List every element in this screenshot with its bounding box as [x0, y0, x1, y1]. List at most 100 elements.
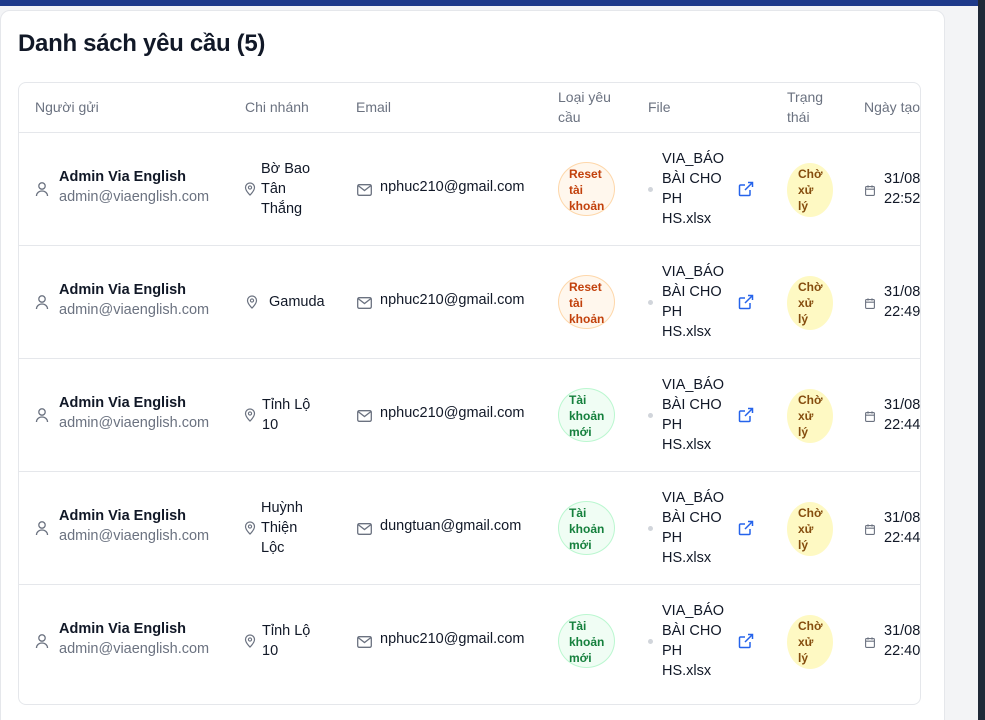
- header-type-line2: cầu: [558, 109, 581, 125]
- recipient-email: nphuc210@gmail.com: [380, 179, 525, 195]
- file-name-line: BÀI CHO: [662, 623, 722, 639]
- table-row[interactable]: Admin Via English admin@viaenglish.com T…: [19, 585, 920, 698]
- file-bullet: [648, 300, 653, 305]
- file-name-line: PH: [662, 417, 683, 433]
- created-date: 31/08 22:44: [884, 395, 920, 435]
- sender-email: admin@viaenglish.com: [59, 189, 210, 205]
- created-date-day: 31/08: [884, 171, 921, 187]
- location-pin-icon: [244, 182, 256, 196]
- status-badge: Chờ xử lý: [787, 163, 833, 217]
- branch-line: 10: [262, 643, 279, 659]
- file-name-line: VIA_BÁO: [662, 377, 725, 393]
- status-line: lý: [798, 312, 809, 326]
- file-name[interactable]: VIA_BÁO BÀI CHO PH HS.xlsx: [662, 601, 732, 681]
- file-name[interactable]: VIA_BÁO BÀI CHO PH HS.xlsx: [662, 149, 732, 229]
- request-type-line: tài: [569, 296, 584, 310]
- calendar-icon: [865, 522, 875, 535]
- user-icon: [35, 294, 49, 310]
- sender-email: admin@viaenglish.com: [59, 528, 210, 544]
- recipient-email: dungtuan@gmail.com: [380, 518, 522, 534]
- branch-line: Tỉnh Lộ: [262, 397, 311, 413]
- external-link-icon[interactable]: [738, 294, 754, 310]
- status-line: lý: [798, 651, 809, 665]
- file-name[interactable]: VIA_BÁO BÀI CHO PH HS.xlsx: [662, 488, 732, 568]
- header-status-line2: thái: [787, 109, 810, 125]
- file-name-line: HS.xlsx: [662, 550, 712, 566]
- external-link-icon[interactable]: [738, 407, 754, 423]
- header-branch[interactable]: Chi nhánh: [245, 97, 309, 117]
- mail-icon: [357, 183, 372, 196]
- header-created[interactable]: Ngày tạo: [864, 97, 920, 117]
- created-date-time: 22:44: [884, 417, 921, 433]
- table-row[interactable]: Admin Via English admin@viaenglish.com T…: [19, 359, 920, 472]
- branch-line: Thiện: [261, 520, 298, 536]
- request-type-line: khoản: [569, 199, 605, 213]
- request-type-badge: Tài khoản mới: [558, 388, 615, 442]
- request-type-line: khoản: [569, 409, 605, 423]
- mail-icon: [357, 296, 372, 309]
- request-type-line: Reset: [569, 167, 602, 181]
- request-type-line: mới: [569, 425, 592, 439]
- branch-line: Bờ Bao: [261, 161, 311, 177]
- file-name-line: HS.xlsx: [662, 211, 712, 227]
- file-bullet: [648, 639, 653, 644]
- request-type-line: khoản: [569, 522, 605, 536]
- status-line: xử: [798, 409, 814, 423]
- calendar-icon: [865, 635, 875, 648]
- mail-icon: [357, 409, 372, 422]
- status-badge: Chờ xử lý: [787, 276, 833, 330]
- user-icon: [35, 181, 49, 197]
- recipient-email: nphuc210@gmail.com: [380, 405, 525, 421]
- table-row[interactable]: Admin Via English admin@viaenglish.com H…: [19, 472, 920, 585]
- file-name-line: PH: [662, 304, 683, 320]
- created-date-day: 31/08: [884, 397, 921, 413]
- external-link-icon[interactable]: [738, 520, 754, 536]
- header-email[interactable]: Email: [356, 97, 391, 117]
- top-accent-bar: [0, 0, 978, 6]
- branch-line: Tân: [261, 181, 286, 197]
- status-badge: Chờ xử lý: [787, 389, 833, 443]
- location-pin-icon: [246, 295, 258, 309]
- status-line: lý: [798, 538, 809, 552]
- sender-name: Admin Via English: [59, 395, 187, 411]
- table-row[interactable]: Admin Via English admin@viaenglish.com B…: [19, 133, 921, 246]
- external-link-icon[interactable]: [738, 181, 754, 197]
- header-sender[interactable]: Người gửi: [35, 97, 99, 117]
- branch-name: Bờ Bao Tân Thắng: [261, 159, 310, 219]
- file-name-line: PH: [662, 530, 683, 546]
- header-type[interactable]: Loại yêu cầu: [558, 87, 611, 127]
- calendar-icon: [865, 296, 875, 309]
- file-name[interactable]: VIA_BÁO BÀI CHO PH HS.xlsx: [662, 262, 732, 342]
- external-link-icon[interactable]: [738, 633, 754, 649]
- calendar-icon: [865, 183, 875, 196]
- file-name-line: HS.xlsx: [662, 437, 712, 453]
- request-type-line: khoản: [569, 635, 605, 649]
- file-name[interactable]: VIA_BÁO BÀI CHO PH HS.xlsx: [662, 375, 732, 455]
- file-name-line: HS.xlsx: [662, 324, 712, 340]
- file-name-line: VIA_BÁO: [662, 151, 725, 167]
- file-bullet: [648, 413, 653, 418]
- created-date-time: 22:49: [884, 304, 921, 320]
- branch-line: Huỳnh: [261, 500, 303, 516]
- created-date: 31/08 22:40: [884, 621, 920, 661]
- file-name-line: BÀI CHO: [662, 510, 722, 526]
- file-name-line: HS.xlsx: [662, 663, 712, 679]
- status-line: xử: [798, 296, 814, 310]
- file-name-line: VIA_BÁO: [662, 264, 725, 280]
- location-pin-icon: [244, 634, 256, 648]
- request-type-line: Tài: [569, 393, 587, 407]
- request-type-line: tài: [569, 183, 584, 197]
- file-name-line: VIA_BÁO: [662, 603, 725, 619]
- header-status[interactable]: Trạng thái: [787, 87, 823, 127]
- request-type-line: khoản: [569, 312, 605, 326]
- table-header: Người gửi Chi nhánh Email Loại yêu cầu F…: [19, 83, 920, 133]
- calendar-icon: [865, 409, 875, 422]
- table-row[interactable]: Admin Via English admin@viaenglish.com G…: [19, 246, 921, 359]
- window-edge: [978, 0, 985, 720]
- user-icon: [35, 520, 49, 536]
- file-name-line: PH: [662, 643, 683, 659]
- request-type-line: mới: [569, 651, 592, 665]
- created-date-day: 31/08: [884, 284, 921, 300]
- file-name-line: PH: [662, 191, 683, 207]
- header-file[interactable]: File: [648, 97, 671, 117]
